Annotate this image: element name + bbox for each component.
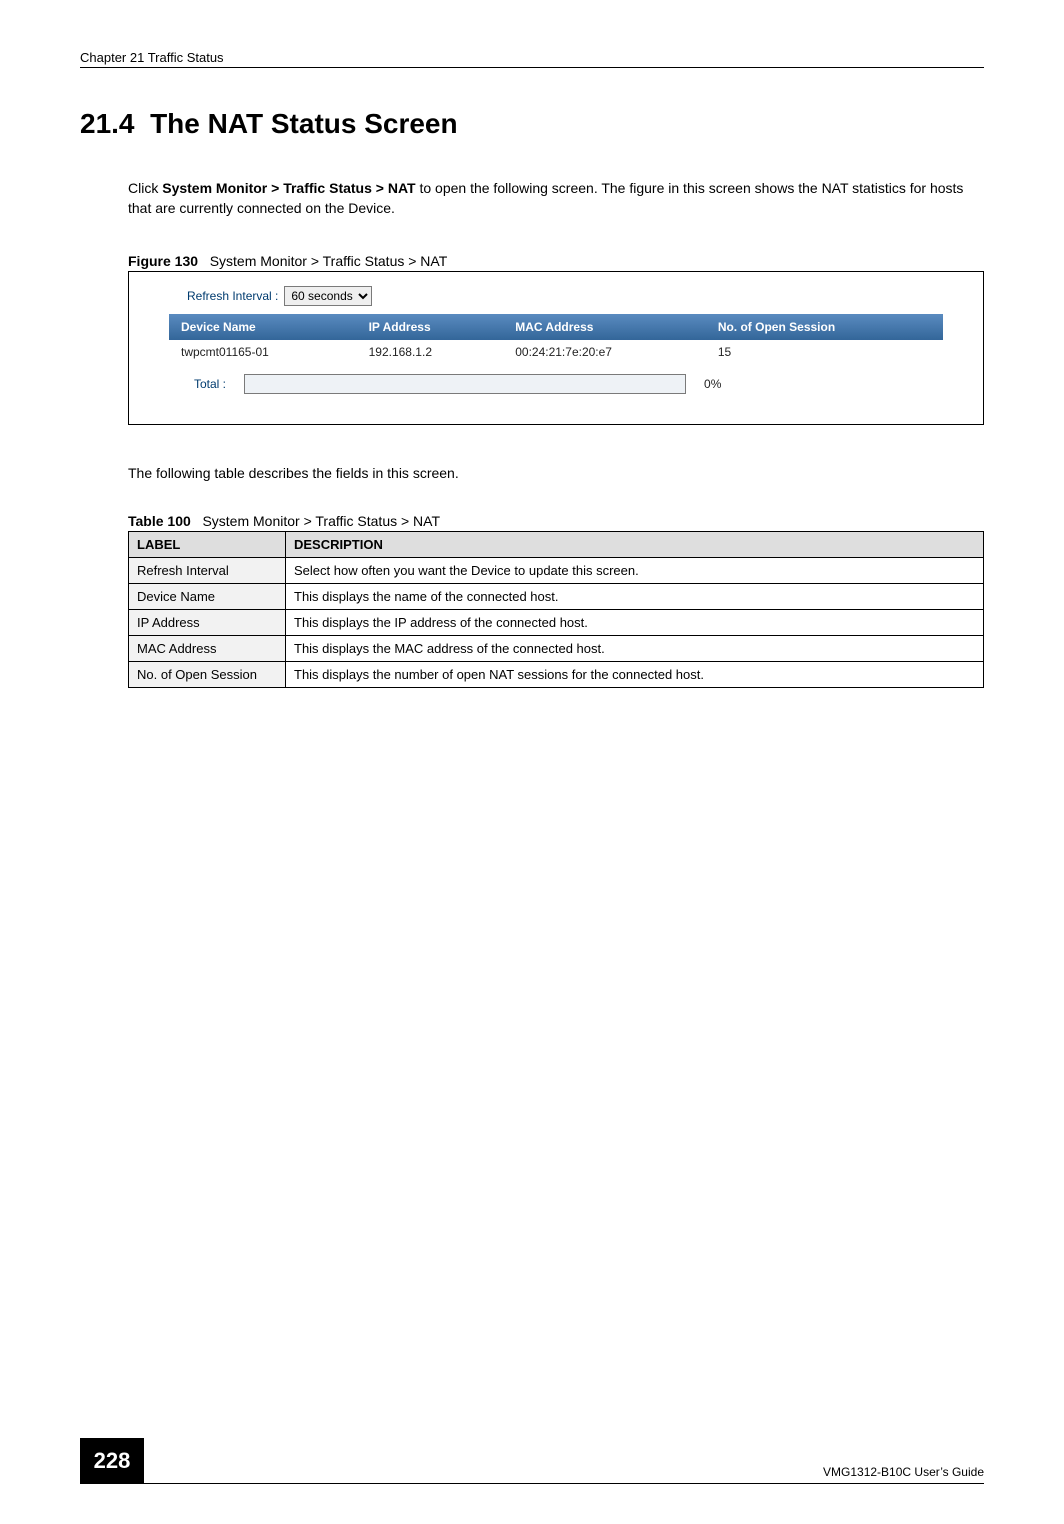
row-label: MAC Address [129, 635, 286, 661]
section-title: The NAT Status Screen [150, 108, 458, 139]
cell-device-name: twpcmt01165-01 [169, 340, 357, 364]
footer-rule [144, 1483, 984, 1484]
table-number: Table 100 [128, 513, 191, 529]
page-footer: 228 VMG1312-B10C User’s Guide [80, 1438, 984, 1484]
table-row: Refresh Interval Select how often you wa… [129, 557, 984, 583]
total-row: Total : 0% [194, 374, 943, 394]
col-device-name: Device Name [169, 314, 357, 340]
cell-ip-address: 192.168.1.2 [357, 340, 504, 364]
refresh-interval-select[interactable]: 60 seconds [284, 286, 372, 306]
section-number: 21.4 [80, 108, 135, 139]
table-row: twpcmt01165-01 192.168.1.2 00:24:21:7e:2… [169, 340, 943, 364]
nat-table-header-row: Device Name IP Address MAC Address No. o… [169, 314, 943, 340]
figure-caption-text: System Monitor > Traffic Status > NAT [210, 253, 448, 269]
refresh-interval-label: Refresh Interval : [187, 289, 278, 303]
row-description: This displays the number of open NAT ses… [286, 661, 984, 687]
nat-sessions-table: Device Name IP Address MAC Address No. o… [169, 314, 943, 364]
total-percent: 0% [704, 377, 721, 391]
header-description: DESCRIPTION [286, 531, 984, 557]
header-label: LABEL [129, 531, 286, 557]
total-progress-bar [244, 374, 686, 394]
table-row: MAC Address This displays the MAC addres… [129, 635, 984, 661]
row-label: No. of Open Session [129, 661, 286, 687]
refresh-interval-row: Refresh Interval : 60 seconds [187, 286, 943, 306]
page-header: Chapter 21 Traffic Status [80, 50, 984, 68]
row-label: IP Address [129, 609, 286, 635]
table-row: IP Address This displays the IP address … [129, 609, 984, 635]
field-description-table: LABEL DESCRIPTION Refresh Interval Selec… [128, 531, 984, 688]
figure-caption: Figure 130 System Monitor > Traffic Stat… [128, 253, 984, 269]
row-label: Device Name [129, 583, 286, 609]
figure-number: Figure 130 [128, 253, 198, 269]
table-row: Device Name This displays the name of th… [129, 583, 984, 609]
row-description: This displays the IP address of the conn… [286, 609, 984, 635]
nav-path: System Monitor > Traffic Status > NAT [162, 180, 415, 196]
cell-mac-address: 00:24:21:7e:20:e7 [503, 340, 706, 364]
chapter-label: Chapter 21 Traffic Status [80, 50, 224, 65]
col-mac-address: MAC Address [503, 314, 706, 340]
figure-screenshot: Refresh Interval : 60 seconds Device Nam… [128, 271, 984, 425]
table-caption: Table 100 System Monitor > Traffic Statu… [128, 513, 984, 529]
page-number: 228 [80, 1438, 144, 1484]
col-open-sessions: No. of Open Session [706, 314, 943, 340]
cell-open-sessions: 15 [706, 340, 943, 364]
table-row: No. of Open Session This displays the nu… [129, 661, 984, 687]
row-description: This displays the MAC address of the con… [286, 635, 984, 661]
col-ip-address: IP Address [357, 314, 504, 340]
row-description: Select how often you want the Device to … [286, 557, 984, 583]
section-heading: 21.4 The NAT Status Screen [80, 108, 984, 140]
row-description: This displays the name of the connected … [286, 583, 984, 609]
intro-paragraph: Click System Monitor > Traffic Status > … [128, 178, 984, 219]
total-label: Total : [194, 377, 226, 391]
footer-guide-name: VMG1312-B10C User’s Guide [823, 1465, 984, 1483]
row-label: Refresh Interval [129, 557, 286, 583]
table-caption-text: System Monitor > Traffic Status > NAT [202, 513, 440, 529]
after-figure-text: The following table describes the fields… [128, 463, 984, 483]
